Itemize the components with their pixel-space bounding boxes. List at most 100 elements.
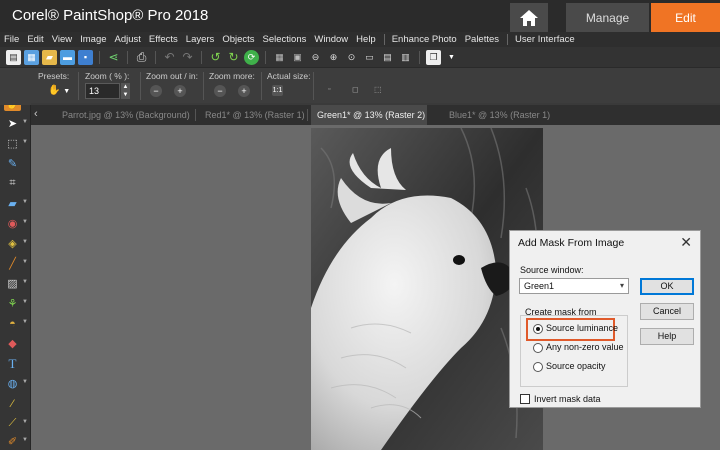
save-icon[interactable]: ▪ — [78, 49, 93, 65]
zoom-out-icon[interactable]: ⊖ — [308, 50, 323, 65]
chevron-down-icon[interactable]: ▼ — [22, 319, 28, 325]
warp-tool-icon[interactable]: ⟋ — [4, 416, 21, 431]
fit-window-icon[interactable]: ⊙ — [344, 50, 359, 65]
menu-file[interactable]: File — [4, 34, 19, 45]
browse-icon[interactable]: ▬ — [60, 49, 75, 65]
tab-red1[interactable]: Red1* @ 13% (Raster 1) — [199, 105, 307, 125]
zoom-out-button[interactable]: − — [150, 85, 162, 97]
tab-manage[interactable]: Manage — [566, 3, 649, 32]
menu-enhance-photo[interactable]: Enhance Photo — [392, 34, 457, 45]
chevron-down-icon[interactable]: ▼ — [22, 259, 28, 265]
print-icon[interactable]: ⎙ — [134, 50, 149, 65]
menu-objects[interactable]: Objects — [222, 34, 254, 45]
menu-palettes[interactable]: Palettes — [465, 34, 499, 45]
chevron-down-icon[interactable]: ▼ — [22, 299, 28, 305]
eraser-tool-icon[interactable]: ◆ — [4, 336, 21, 351]
history-undo-icon[interactable]: ↺ — [208, 50, 223, 65]
small-icon-c[interactable]: ⬚ — [374, 85, 382, 94]
workspace-icon[interactable]: ❐ — [426, 49, 441, 65]
new-file-icon[interactable]: ▤ — [6, 49, 21, 65]
menu-help[interactable]: Help — [356, 34, 376, 45]
tab-green1[interactable]: Green1* @ 13% (Raster 2) — [311, 105, 427, 125]
menu-image[interactable]: Image — [80, 34, 106, 45]
refresh-icon[interactable]: ⟳ — [244, 49, 259, 65]
grid-icon[interactable]: ▦ — [272, 50, 287, 65]
zoom-more-in-button[interactable]: + — [238, 85, 250, 97]
actual-size-button[interactable]: 1:1 — [272, 85, 283, 96]
radio-source-opacity[interactable] — [533, 362, 543, 372]
chevron-down-icon[interactable]: ▼ — [22, 379, 28, 385]
radio-source-luminance[interactable] — [533, 324, 543, 334]
invert-mask-label[interactable]: Invert mask data — [534, 394, 601, 404]
chevron-down-icon[interactable]: ▼ — [22, 279, 28, 285]
zoom-more-out-button[interactable]: − — [214, 85, 226, 97]
source-window-select[interactable]: Green1 ▾ — [519, 278, 629, 294]
presets-dropdown[interactable]: ✋ ▼ — [48, 85, 70, 96]
clone-tool-icon[interactable]: ⚘ — [4, 296, 21, 311]
undo-icon[interactable]: ↶ — [162, 50, 177, 65]
zoom-stepper[interactable]: ▲ ▼ — [121, 83, 130, 99]
new-from-template-icon[interactable]: ▦ — [24, 49, 39, 65]
preset-shape-icon[interactable]: ◍ — [4, 376, 21, 391]
any-nonzero-label[interactable]: Any non-zero value — [546, 342, 624, 352]
chevron-down-icon[interactable]: ▼ — [22, 119, 28, 125]
tab-parrot[interactable]: Parrot.jpg @ 13% (Background) — [56, 105, 191, 125]
ok-button[interactable]: OK — [640, 278, 694, 295]
chevron-down-icon[interactable]: ▼ — [22, 219, 28, 225]
text-tool-icon[interactable]: T — [4, 356, 21, 371]
radio-any-nonzero[interactable] — [533, 343, 543, 353]
actual-size-icon[interactable]: ▭ — [362, 50, 377, 65]
pick-tool-icon[interactable]: ➤ — [4, 116, 21, 131]
share-icon[interactable]: ⋖ — [106, 50, 121, 65]
dropper-tool-icon[interactable]: ✎ — [4, 156, 21, 171]
chevron-down-icon[interactable]: ▼ — [22, 139, 28, 145]
image-info-icon[interactable]: ▤ — [380, 50, 395, 65]
document-tabs: ‹ Parrot.jpg @ 13% (Background) Red1* @ … — [31, 105, 720, 125]
small-icon-b[interactable]: ◻ — [352, 85, 359, 94]
actual-size-label: Actual size: — [267, 71, 311, 81]
zoom-in-icon[interactable]: ⊕ — [326, 50, 341, 65]
redo-icon[interactable]: ↷ — [180, 50, 195, 65]
gradient-tool-icon[interactable]: ▨ — [4, 276, 21, 291]
source-luminance-label[interactable]: Source luminance — [546, 323, 618, 333]
pen-tool-icon[interactable]: ⁄ — [4, 396, 21, 411]
retouch-tool-icon[interactable]: ✐ — [4, 434, 21, 449]
tab-edit[interactable]: Edit — [651, 3, 720, 32]
menu-selections[interactable]: Selections — [263, 34, 307, 45]
chevron-down-icon[interactable]: ▼ — [22, 239, 28, 245]
makeover-tool-icon[interactable]: ◈ — [4, 236, 21, 251]
open-folder-icon[interactable]: ▰ — [42, 49, 57, 65]
chevron-down-icon[interactable]: ▼ — [22, 199, 28, 205]
close-icon[interactable]: ✕ — [680, 234, 692, 251]
invert-mask-checkbox[interactable] — [520, 394, 530, 404]
straighten-tool-icon[interactable]: ▰ — [4, 196, 21, 211]
tab-blue1[interactable]: Blue1* @ 13% (Raster 1) — [443, 105, 558, 125]
cancel-button[interactable]: Cancel — [640, 303, 694, 320]
menu-window[interactable]: Window — [314, 34, 348, 45]
selection-tool-icon[interactable]: ⬚ — [4, 136, 21, 151]
menu-layers[interactable]: Layers — [186, 34, 215, 45]
chevron-down-icon[interactable]: ▼ — [22, 419, 28, 425]
chevron-down-icon[interactable]: ▼ — [22, 437, 28, 443]
menu-effects[interactable]: Effects — [149, 34, 178, 45]
menu-edit[interactable]: Edit — [27, 34, 43, 45]
help-button[interactable]: Help — [640, 328, 694, 345]
menu-user-interface[interactable]: User Interface — [515, 34, 575, 45]
layers-icon[interactable]: ▥ — [398, 50, 413, 65]
home-button[interactable] — [510, 3, 548, 32]
fill-tool-icon[interactable]: ◓ — [4, 316, 21, 331]
menu-view[interactable]: View — [52, 34, 72, 45]
zoom-input[interactable]: 13 — [85, 83, 120, 99]
toolbar-dropdown-icon[interactable]: ▼ — [444, 50, 459, 65]
red-eye-tool-icon[interactable]: ◉ — [4, 216, 21, 231]
crop-tool-icon[interactable]: ⌗ — [4, 176, 21, 191]
zoom-in-button[interactable]: + — [174, 85, 186, 97]
history-redo-icon[interactable]: ↻ — [226, 50, 241, 65]
menu-adjust[interactable]: Adjust — [115, 34, 141, 45]
menu-separator — [507, 34, 509, 45]
source-opacity-label[interactable]: Source opacity — [546, 361, 606, 371]
crop-icon[interactable]: ▣ — [290, 50, 305, 65]
small-icon-a[interactable]: ▫ — [328, 86, 330, 93]
paint-brush-icon[interactable]: ╱ — [4, 256, 21, 271]
tabs-scroll-left-icon[interactable]: ‹ — [34, 108, 38, 120]
